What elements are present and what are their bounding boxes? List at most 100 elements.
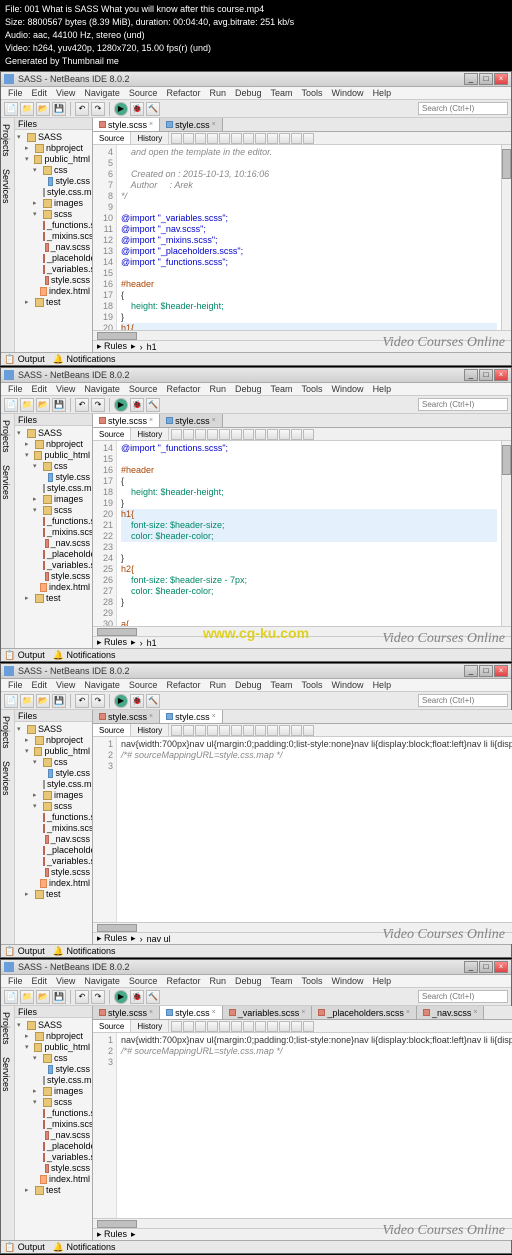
menu-debug[interactable]: Debug: [231, 679, 266, 691]
build-button[interactable]: 🔨: [146, 990, 160, 1004]
code-content[interactable]: nav{width:700px}nav ul{margin:0;padding:…: [117, 1033, 512, 1218]
menu-edit[interactable]: Edit: [28, 975, 52, 987]
files-panel-header[interactable]: Files: [15, 710, 92, 722]
scrollbar-horizontal[interactable]: [93, 626, 511, 636]
undo-button[interactable]: ↶: [75, 102, 89, 116]
menu-source[interactable]: Source: [125, 383, 162, 395]
editor-tab-style.css[interactable]: style.css ×: [160, 710, 223, 723]
code-line[interactable]: Author : Arek: [121, 180, 497, 191]
tree-node-_placeholders.scss[interactable]: _placeholders.scss: [17, 845, 90, 856]
redo-button[interactable]: ↷: [91, 398, 105, 412]
menu-view[interactable]: View: [52, 679, 79, 691]
undo-button[interactable]: ↶: [75, 398, 89, 412]
tree-node-style.scss[interactable]: style.scss: [17, 867, 90, 878]
tree-node-_placeholders.scss[interactable]: _placeholders.scss: [17, 549, 90, 560]
code-line[interactable]: [121, 608, 497, 619]
history-tab[interactable]: History: [131, 428, 169, 440]
tree-node-scss[interactable]: ▾ scss: [17, 1097, 90, 1108]
menu-source[interactable]: Source: [125, 679, 162, 691]
toolbar-icon[interactable]: [255, 1021, 266, 1032]
close-icon[interactable]: ×: [301, 1006, 305, 1020]
code-line[interactable]: {: [121, 290, 497, 301]
editor-tab-style.css[interactable]: style.css ×: [160, 414, 223, 427]
code-line[interactable]: h1{: [121, 509, 497, 520]
toolbar-icon[interactable]: [171, 1021, 182, 1032]
scrollbar-horizontal[interactable]: [93, 1218, 512, 1228]
toolbar-icon[interactable]: [219, 1021, 230, 1032]
scrollbar-thumb[interactable]: [97, 924, 137, 932]
projects-tab[interactable]: Projects: [2, 418, 13, 455]
toolbar-icon[interactable]: [267, 133, 278, 144]
code-line[interactable]: height: $header-height;: [121, 301, 497, 312]
tree-node-_nav.scss[interactable]: _nav.scss: [17, 834, 90, 845]
tree-node-_mixins.scss[interactable]: _mixins.scss: [17, 823, 90, 834]
menu-debug[interactable]: Debug: [231, 975, 266, 987]
tree-node-nbproject[interactable]: ▸ nbproject: [17, 1031, 90, 1042]
search-input[interactable]: [418, 694, 508, 707]
tree-node-_mixins.scss[interactable]: _mixins.scss: [17, 1119, 90, 1130]
projects-tab[interactable]: Projects: [2, 122, 13, 159]
menu-team[interactable]: Team: [267, 679, 297, 691]
new-project-button[interactable]: 📁: [20, 102, 34, 116]
toolbar-icon[interactable]: [303, 429, 314, 440]
tree-node-images[interactable]: ▸ images: [17, 494, 90, 505]
tree-node-_mixins.scss[interactable]: _mixins.scss: [17, 527, 90, 538]
redo-button[interactable]: ↷: [91, 102, 105, 116]
tree-node-_nav.scss[interactable]: _nav.scss: [17, 1130, 90, 1141]
new-project-button[interactable]: 📁: [20, 694, 34, 708]
toolbar-icon[interactable]: [171, 429, 182, 440]
titlebar[interactable]: SASS - NetBeans IDE 8.0.2 _ □ ×: [1, 664, 511, 679]
scrollbar-vertical[interactable]: [501, 441, 511, 626]
debug-button[interactable]: 🐞: [130, 398, 144, 412]
toolbar-icon[interactable]: [207, 429, 218, 440]
build-button[interactable]: 🔨: [146, 102, 160, 116]
tree-node-index.html[interactable]: index.html: [17, 582, 90, 593]
open-button[interactable]: 📂: [36, 102, 50, 116]
menu-edit[interactable]: Edit: [28, 383, 52, 395]
menu-navigate[interactable]: Navigate: [80, 975, 124, 987]
close-button[interactable]: ×: [494, 665, 508, 677]
scrollbar-thumb[interactable]: [502, 149, 511, 179]
notifications-tab[interactable]: 🔔 Notifications: [53, 946, 116, 957]
toolbar-icon[interactable]: [255, 429, 266, 440]
toolbar-icon[interactable]: [207, 133, 218, 144]
services-tab[interactable]: Services: [2, 1055, 13, 1094]
rules-label[interactable]: ▸ Rules: [97, 637, 127, 648]
files-panel-header[interactable]: Files: [15, 1006, 92, 1018]
menu-edit[interactable]: Edit: [28, 87, 52, 99]
toolbar-icon[interactable]: [195, 429, 206, 440]
code-line[interactable]: [121, 454, 497, 465]
run-button[interactable]: ▶: [114, 694, 128, 708]
code-line[interactable]: Created on : 2015-10-13, 10:16:06: [121, 169, 497, 180]
toolbar-icon[interactable]: [243, 1021, 254, 1032]
scrollbar-horizontal[interactable]: [93, 922, 512, 932]
toolbar-icon[interactable]: [279, 429, 290, 440]
breadcrumb-item[interactable]: nav ul: [147, 934, 171, 944]
editor-tab-_nav.scss[interactable]: _nav.scss ×: [417, 1006, 484, 1019]
maximize-button[interactable]: □: [479, 73, 493, 85]
debug-button[interactable]: 🐞: [130, 102, 144, 116]
tree-node-public_html[interactable]: ▾ public_html: [17, 154, 90, 165]
menu-window[interactable]: Window: [328, 383, 368, 395]
tree-node-_placeholders.scss[interactable]: _placeholders.scss: [17, 253, 90, 264]
save-all-button[interactable]: 💾: [52, 694, 66, 708]
minimize-button[interactable]: _: [464, 665, 478, 677]
close-button[interactable]: ×: [494, 369, 508, 381]
save-all-button[interactable]: 💾: [52, 990, 66, 1004]
tree-node-_nav.scss[interactable]: _nav.scss: [17, 242, 90, 253]
toolbar-icon[interactable]: [183, 429, 194, 440]
code-line[interactable]: /*# sourceMappingURL=style.css.map */: [121, 750, 512, 761]
menu-tools[interactable]: Tools: [298, 383, 327, 395]
toolbar-icon[interactable]: [255, 133, 266, 144]
minimize-button[interactable]: _: [464, 961, 478, 973]
titlebar[interactable]: SASS - NetBeans IDE 8.0.2 _ □ ×: [1, 72, 511, 87]
toolbar-icon[interactable]: [255, 725, 266, 736]
files-panel-header[interactable]: Files: [15, 414, 92, 426]
editor-tab-style.scss[interactable]: style.scss ×: [93, 1006, 160, 1019]
tree-node-_mixins.scss[interactable]: _mixins.scss: [17, 231, 90, 242]
tree-node-public_html[interactable]: ▾ public_html: [17, 1042, 90, 1053]
menu-run[interactable]: Run: [205, 87, 230, 99]
editor-tab-style.scss[interactable]: style.scss ×: [93, 710, 160, 723]
breadcrumb-item[interactable]: ▸: [131, 933, 136, 944]
tree-node-SASS[interactable]: ▾ SASS: [17, 428, 90, 439]
